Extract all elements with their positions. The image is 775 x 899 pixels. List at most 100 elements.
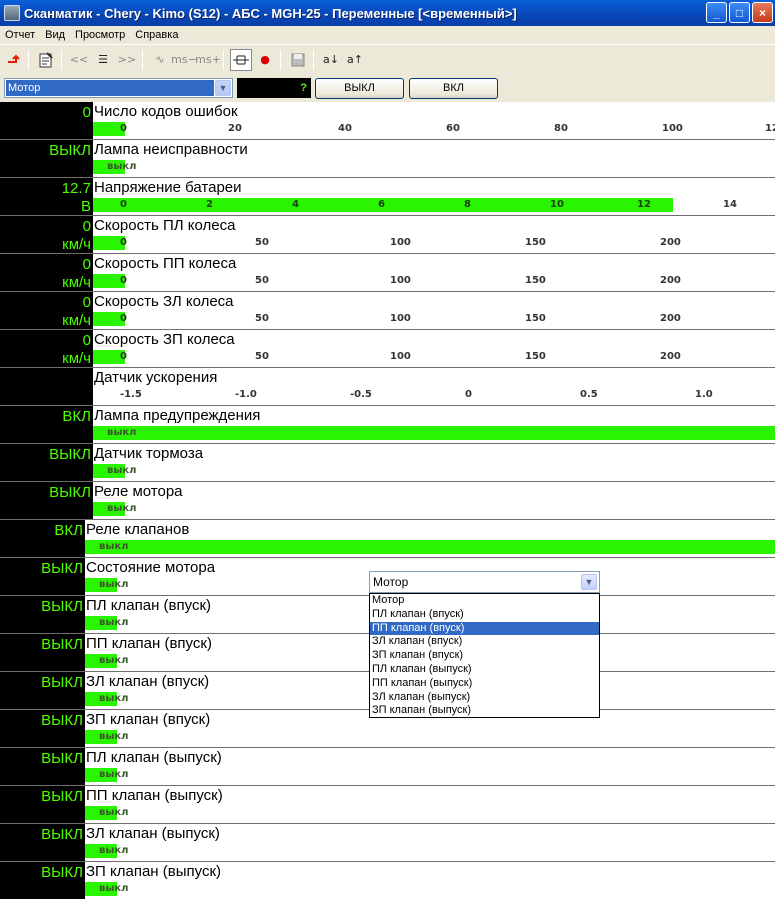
parameter-row[interactable]: 0 км/ч Скорость ЗЛ колеса 0 50 100 150 200 bbox=[0, 292, 775, 330]
dropdown-option[interactable]: ЗП клапан (впуск) bbox=[370, 649, 599, 663]
parameter-row[interactable]: ВЫКЛ ПП клапан (выпуск) выкл bbox=[0, 786, 775, 824]
dropdown-option[interactable]: ПЛ клапан (впуск) bbox=[370, 608, 599, 622]
state-label: выкл bbox=[107, 161, 137, 172]
scale-tick: -1.5 bbox=[120, 389, 142, 400]
parameter-row[interactable]: 12.7 В Напряжение батареи 0 2 4 6 8 10 12 14 bbox=[0, 178, 775, 216]
group-select[interactable]: Мотор ▼ bbox=[4, 78, 233, 98]
back-icon[interactable]: << bbox=[68, 49, 90, 71]
scale-tick: 100 bbox=[390, 351, 411, 362]
parameter-row[interactable]: Датчик ускорения -1.5 -1.0 -0.5 0 0.5 1.0 bbox=[0, 368, 775, 406]
wave-icon[interactable]: ∿ bbox=[149, 49, 171, 71]
parameter-label: ПП клапан (впуск) bbox=[86, 635, 212, 652]
menu-help[interactable]: Справка bbox=[130, 29, 183, 41]
state-label: выкл bbox=[99, 883, 129, 894]
scale-tick: 50 bbox=[255, 275, 269, 286]
dropdown-option[interactable]: ПП клапан (выпуск) bbox=[370, 677, 599, 691]
scale-tick: 14 bbox=[723, 199, 737, 210]
save-icon[interactable] bbox=[287, 49, 309, 71]
minimize-button[interactable]: _ bbox=[706, 2, 727, 23]
scale-tick: 150 bbox=[525, 313, 546, 324]
state-label: выкл bbox=[99, 541, 129, 552]
scale-tick: 200 bbox=[660, 313, 681, 324]
parameter-unit: км/ч bbox=[62, 274, 91, 291]
state-label: выкл bbox=[99, 807, 129, 818]
scale-tick: -0.5 bbox=[350, 389, 372, 400]
parameter-value: ВЫКЛ bbox=[49, 484, 91, 501]
state-label: выкл bbox=[107, 465, 137, 476]
scale-tick: 2 bbox=[206, 199, 213, 210]
parameter-row[interactable]: 0Число кодов ошибок020406080100120 bbox=[0, 102, 775, 140]
parameter-value: 0 bbox=[82, 332, 91, 349]
exit-icon[interactable] bbox=[2, 49, 24, 71]
sort-asc-icon[interactable]: a↓ bbox=[320, 49, 342, 71]
dropdown-option[interactable]: ПЛ клапан (выпуск) bbox=[370, 663, 599, 677]
scale-tick: 120 bbox=[765, 123, 775, 134]
parameter-row[interactable]: ВКЛ Лампа предупреждения выкл bbox=[0, 406, 775, 444]
parameter-value: ВЫКЛ bbox=[49, 446, 91, 463]
forward-icon[interactable]: >> bbox=[116, 49, 138, 71]
state-label: выкл bbox=[107, 503, 137, 514]
parameter-row[interactable]: ВЫКЛ ЗП клапан (выпуск) выкл bbox=[0, 862, 775, 899]
variable-options-list: Мотор ПЛ клапан (впуск) ПП клапан (впуск) З… bbox=[369, 593, 600, 718]
parameter-unit: В bbox=[80, 198, 91, 215]
dropdown-option[interactable]: ПП клапан (впуск) bbox=[370, 621, 599, 636]
parameter-value: ВКЛ bbox=[62, 408, 91, 425]
parameter-value: 0 bbox=[82, 256, 91, 273]
record-icon[interactable]: ● bbox=[254, 49, 276, 71]
menu-bar: Отчет Вид Просмотр Справка bbox=[0, 26, 775, 44]
chevron-down-icon[interactable]: ▼ bbox=[215, 80, 231, 96]
value-display: ? bbox=[237, 78, 311, 98]
title-bar: Сканматик - Chery - Kimo (S12) - АБС - M… bbox=[0, 0, 775, 26]
scale-tick: 60 bbox=[446, 123, 460, 134]
dropdown-option[interactable]: ЗЛ клапан (выпуск) bbox=[370, 691, 599, 705]
off-button[interactable]: ВЫКЛ bbox=[315, 78, 404, 99]
parameter-row[interactable]: ВЫКЛ ПЛ клапан (выпуск) выкл bbox=[0, 748, 775, 786]
report-icon[interactable] bbox=[35, 49, 57, 71]
parameter-row[interactable]: ВЫКЛ Датчик тормоза выкл bbox=[0, 444, 775, 482]
parameter-value: ВЫКЛ bbox=[41, 826, 83, 843]
parameter-label: Реле мотора bbox=[94, 483, 183, 500]
parameter-label: ЗЛ клапан (выпуск) bbox=[86, 825, 220, 842]
variable-select[interactable]: Мотор ▼ bbox=[369, 571, 600, 593]
parameter-label: ПЛ клапан (выпуск) bbox=[86, 749, 222, 766]
parameter-row[interactable]: 0 км/ч Скорость ЗП колеса 0 50 100 150 200 bbox=[0, 330, 775, 368]
parameter-list: 0Число кодов ошибок020406080100120ВЫКЛЛа… bbox=[0, 102, 775, 899]
parameter-row[interactable]: ВЫКЛ Реле мотора выкл bbox=[0, 482, 775, 520]
parameter-value: ВЫКЛ bbox=[41, 750, 83, 767]
scale-tick: 200 bbox=[660, 275, 681, 286]
parameter-label: ПП клапан (выпуск) bbox=[86, 787, 223, 804]
parameter-row[interactable]: ВЫКЛ ЗЛ клапан (выпуск) выкл bbox=[0, 824, 775, 862]
menu-report[interactable]: Отчет bbox=[0, 29, 40, 41]
close-button[interactable]: × bbox=[752, 2, 773, 23]
menu-browse[interactable]: Просмотр bbox=[70, 29, 130, 41]
parameter-value: ВЫКЛ bbox=[41, 560, 83, 577]
parameter-label: ЗП клапан (выпуск) bbox=[86, 863, 222, 880]
dropdown-option[interactable]: ЗП клапан (выпуск) bbox=[370, 704, 599, 718]
list-icon[interactable]: ☰ bbox=[92, 49, 114, 71]
ms-plus-icon[interactable]: ms+ bbox=[195, 49, 221, 71]
scale-tick: 100 bbox=[390, 275, 411, 286]
value-bar bbox=[93, 426, 775, 440]
parameter-label: Скорость ПП колеса bbox=[94, 255, 237, 272]
sort-desc-icon[interactable]: a↑ bbox=[344, 49, 366, 71]
parameter-row[interactable]: 0 км/ч Скорость ПЛ колеса 0 50 100 150 200 bbox=[0, 216, 775, 254]
parameter-value: ВЫКЛ bbox=[41, 674, 83, 691]
chevron-down-icon[interactable]: ▼ bbox=[581, 574, 597, 590]
parameter-row[interactable]: ВЫКЛ Лампа неисправности выкл bbox=[0, 140, 775, 178]
parameter-row[interactable]: ВКЛ Реле клапанов выкл bbox=[0, 520, 775, 558]
signal-icon[interactable] bbox=[230, 48, 252, 71]
parameter-row[interactable]: 0 км/ч Скорость ПП колеса 0 50 100 150 200 bbox=[0, 254, 775, 292]
dropdown-option[interactable]: Мотор bbox=[370, 594, 599, 608]
scale-tick: 200 bbox=[660, 237, 681, 248]
parameter-label: Скорость ПЛ колеса bbox=[94, 217, 236, 234]
toolbar: << ☰ >> ∿ ms− ms+ ● a↓ a↑ bbox=[0, 44, 775, 74]
on-button[interactable]: ВКЛ bbox=[409, 78, 498, 99]
parameter-value: ВЫКЛ bbox=[41, 712, 83, 729]
ms-minus-icon[interactable]: ms− bbox=[171, 49, 197, 71]
scale-tick: 80 bbox=[554, 123, 568, 134]
dropdown-option[interactable]: ЗЛ клапан (впуск) bbox=[370, 635, 599, 649]
app-icon[interactable] bbox=[4, 5, 20, 21]
maximize-button[interactable]: □ bbox=[729, 2, 750, 23]
menu-view[interactable]: Вид bbox=[40, 29, 70, 41]
scale-tick: 6 bbox=[378, 199, 385, 210]
